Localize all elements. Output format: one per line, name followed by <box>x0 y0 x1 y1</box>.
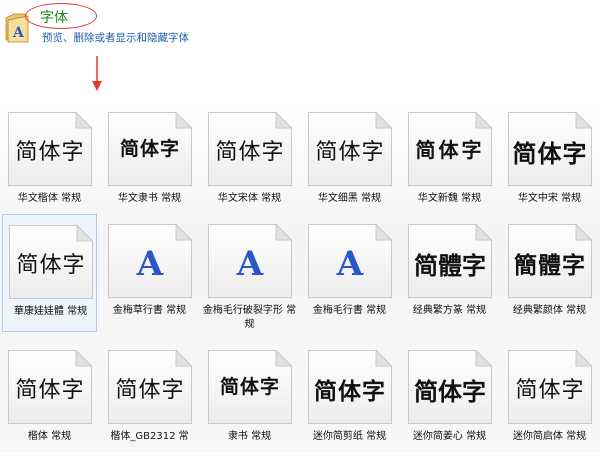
font-tile[interactable]: A 金梅毛行破裂字形 常规 <box>202 214 297 332</box>
font-name-label: 华文细黑 常规 <box>317 193 382 204</box>
font-name-label: 迷你简剪纸 常规 <box>312 431 387 442</box>
font-tile[interactable]: 简体字迷你简启体 常规 <box>502 340 597 458</box>
font-name-label: 金梅草行書 常规 <box>112 305 187 316</box>
font-tile[interactable]: 简体字 楷体 常规 <box>2 340 97 458</box>
font-tile[interactable]: 简体字 隶书 常规 <box>202 340 297 458</box>
font-tile[interactable]: 简体字华文细黑 常规 <box>302 102 397 220</box>
font-preview-text: 简體字 <box>414 252 486 280</box>
font-name-label: 楷体_GB2312 常 <box>110 431 189 442</box>
font-name-label: 隶书 常规 <box>227 431 272 442</box>
font-page-thumbnail: A <box>108 224 192 298</box>
font-page-thumbnail: 简体字 <box>408 350 492 424</box>
fonts-header: A 字体 预览、删除或者显示和隐藏字体 <box>0 0 600 100</box>
font-page-thumbnail: A <box>308 224 392 298</box>
down-arrow-icon <box>92 56 102 91</box>
font-tile[interactable]: 简体字华文隶书 常规 <box>102 102 197 220</box>
font-name-label: 迷你简姜心 常规 <box>412 431 487 442</box>
font-preview-text: 简体字 <box>315 140 385 165</box>
font-preview-text: 简体字 <box>16 253 86 278</box>
font-preview-text: 簡體字 <box>514 253 586 279</box>
font-page-thumbnail: 简体字 <box>308 112 392 186</box>
font-preview-text: 简体字 <box>115 378 185 403</box>
font-page-thumbnail: 簡體字 <box>508 224 592 298</box>
font-file-a-icon: A <box>336 244 364 284</box>
font-name-label: 华文隶书 常规 <box>117 193 182 204</box>
font-preview-text: 简体字 <box>414 378 486 406</box>
font-name-label: 经典繁方篆 常规 <box>412 305 487 316</box>
font-page-thumbnail: 简体字 <box>508 350 592 424</box>
page-subtitle[interactable]: 预览、删除或者显示和隐藏字体 <box>42 30 189 45</box>
font-file-a-icon: A <box>236 244 264 284</box>
font-page-thumbnail: 简体字 <box>108 350 192 424</box>
font-tile[interactable]: A 金梅草行書 常规 <box>102 214 197 332</box>
font-page-thumbnail: 简体字 <box>208 350 292 424</box>
font-grid: 简体字 华文楷体 常规 简体字 华文隶书 常规 简体字 华文宋体 常规 简体字 华文细黑 常规… <box>0 100 600 452</box>
font-name-label: 华文中宋 常规 <box>517 193 582 204</box>
font-page-thumbnail: 简体字 <box>308 350 392 424</box>
font-page-thumbnail: 简体字 <box>8 112 92 186</box>
font-page-thumbnail: 简体字 <box>9 225 93 299</box>
font-tile[interactable]: 简体字華康娃娃體 常规 <box>2 214 97 332</box>
font-file-a-icon: A <box>136 244 164 284</box>
font-name-label: 华文新魏 常规 <box>417 193 482 204</box>
font-name-label: 华文楷体 常规 <box>17 193 82 204</box>
font-name-label: 经典繁颜体 常规 <box>512 305 587 316</box>
font-page-thumbnail: A <box>208 224 292 298</box>
font-page-thumbnail: 简体字 <box>508 112 592 186</box>
font-name-label: 楷体 常规 <box>27 431 72 442</box>
font-preview-text: 简体字 <box>515 378 585 403</box>
font-preview-text: 简体字 <box>15 378 85 403</box>
font-name-label: 迷你简启体 常规 <box>512 431 587 442</box>
font-page-thumbnail: 简体字 <box>108 112 192 186</box>
font-page-thumbnail: 简体字 <box>408 112 492 186</box>
font-name-label: 華康娃娃體 常规 <box>13 306 88 317</box>
font-preview-text: 简体字 <box>512 142 588 168</box>
font-tile[interactable]: 简体字华文楷体 常规 <box>2 102 97 220</box>
font-preview-text: 简体字 <box>219 376 280 398</box>
font-preview-text: 简体字 <box>215 140 285 165</box>
font-tile[interactable]: 简体字华文宋体 常规 <box>202 102 297 220</box>
font-preview-text: 简体字 <box>119 138 180 160</box>
font-tile[interactable]: 简体字楷体_GB2312 常 <box>102 340 197 458</box>
svg-text:A: A <box>12 25 25 41</box>
font-preview-text: 简体字 <box>415 138 485 162</box>
page-title: 字体 <box>40 10 68 26</box>
font-name-label: 华文宋体 常规 <box>217 193 282 204</box>
font-tile[interactable]: 简体字华文中宋 常规 <box>502 102 597 220</box>
font-preview-text: 简体字 <box>314 379 386 405</box>
font-page-thumbnail: 简體字 <box>408 224 492 298</box>
font-tile[interactable]: 简体字迷你简姜心 常规 <box>402 340 497 458</box>
font-tile[interactable]: 簡體字经典繁颜体 常规 <box>502 214 597 332</box>
font-tile[interactable]: A 金梅毛行書 常规 <box>302 214 397 332</box>
font-tile[interactable]: 简体字迷你简剪纸 常规 <box>302 340 397 458</box>
font-name-label: 金梅毛行書 常规 <box>312 305 387 316</box>
font-name-label: 金梅毛行破裂字形 常规 <box>202 305 297 330</box>
font-tile[interactable]: 简體字经典繁方篆 常规 <box>402 214 497 332</box>
font-tile[interactable]: 简体字华文新魏 常规 <box>402 102 497 220</box>
font-page-thumbnail: 简体字 <box>208 112 292 186</box>
font-preview-text: 简体字 <box>15 140 85 165</box>
font-page-thumbnail: 简体字 <box>8 350 92 424</box>
